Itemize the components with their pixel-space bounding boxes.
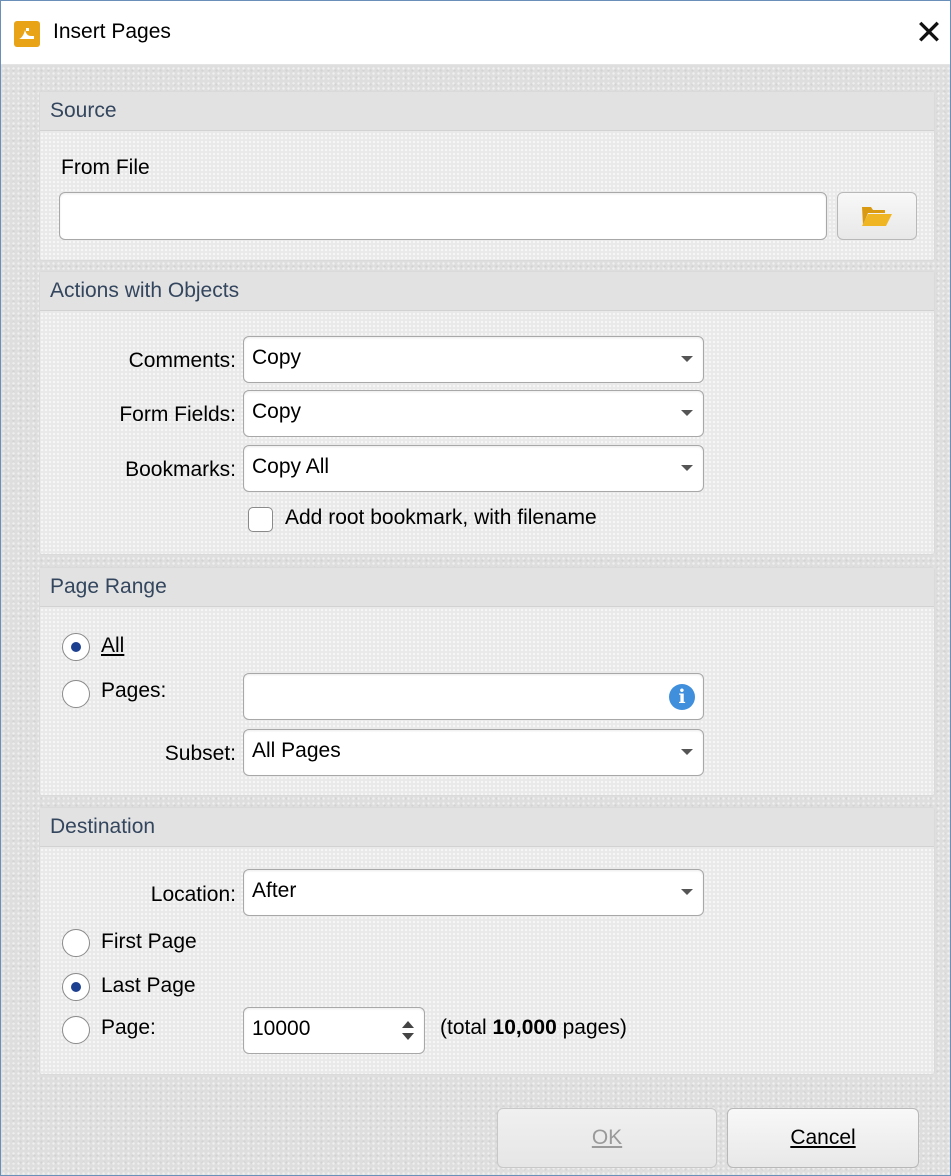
comments-select[interactable]: Copy [243, 336, 704, 383]
location-label: Location: [150, 883, 236, 906]
insert-pages-dialog: Insert Pages ✕ Source From File Actions … [0, 0, 951, 1176]
total-pages-text: (total 10,000 pages) [440, 1016, 627, 1039]
comments-label: Comments: [128, 349, 236, 372]
root-bookmark-checkbox[interactable] [248, 507, 273, 532]
spin-up-icon[interactable] [402, 1021, 414, 1028]
chevron-down-icon [681, 889, 693, 895]
bookmarks-label: Bookmarks: [125, 458, 236, 481]
cancel-button[interactable]: Cancel [727, 1108, 919, 1168]
subset-select[interactable]: All Pages [243, 729, 704, 776]
app-logo-icon [14, 21, 40, 47]
title-bar: Insert Pages ✕ [1, 1, 950, 65]
folder-open-icon [862, 207, 892, 226]
all-radio-label: All [101, 634, 125, 657]
ok-button[interactable]: OK [497, 1108, 717, 1168]
destination-group-header: Destination [40, 808, 934, 847]
bookmarks-select[interactable]: Copy All [243, 445, 704, 492]
pages-input[interactable]: i [243, 673, 704, 720]
chevron-down-icon [681, 749, 693, 755]
first-page-label: First Page [101, 930, 197, 953]
source-group: Source From File [39, 91, 935, 261]
actions-group: Actions with Objects Comments: Copy Form… [39, 271, 935, 555]
first-page-radio[interactable] [62, 929, 90, 957]
page-range-group: Page Range All Pages: i Subset: All Page… [39, 567, 935, 796]
dialog-title: Insert Pages [53, 20, 171, 43]
pages-radio-label: Pages: [101, 679, 167, 702]
actions-header: Actions with Objects [50, 279, 240, 302]
source-header: Source [50, 99, 117, 122]
source-group-header: Source [40, 92, 934, 131]
destination-header: Destination [50, 815, 156, 838]
browse-button[interactable] [837, 192, 917, 240]
actions-group-header: Actions with Objects [40, 272, 934, 311]
close-icon[interactable]: ✕ [909, 13, 949, 53]
all-radio[interactable] [62, 633, 90, 661]
destination-group: Destination Location: After First Page L… [39, 807, 935, 1075]
page-range-header: Page Range [50, 575, 167, 598]
root-bookmark-label: Add root bookmark, with filename [285, 506, 597, 529]
page-radio[interactable] [62, 1016, 90, 1044]
chevron-down-icon [681, 356, 693, 362]
chevron-down-icon [681, 465, 693, 471]
pages-radio[interactable] [62, 680, 90, 708]
chevron-down-icon [681, 410, 693, 416]
last-page-radio[interactable] [62, 973, 90, 1001]
file-path-input[interactable] [59, 192, 827, 240]
form-fields-label: Form Fields: [119, 403, 236, 426]
page-number-stepper[interactable]: 10000 [243, 1007, 425, 1054]
last-page-label: Last Page [101, 974, 196, 997]
page-range-group-header: Page Range [40, 568, 934, 607]
info-icon[interactable]: i [669, 684, 695, 710]
location-select[interactable]: After [243, 869, 704, 916]
from-file-label: From File [61, 156, 150, 179]
page-radio-label: Page: [101, 1016, 156, 1039]
form-fields-select[interactable]: Copy [243, 390, 704, 437]
subset-label: Subset: [164, 742, 236, 765]
spin-down-icon[interactable] [402, 1033, 414, 1040]
